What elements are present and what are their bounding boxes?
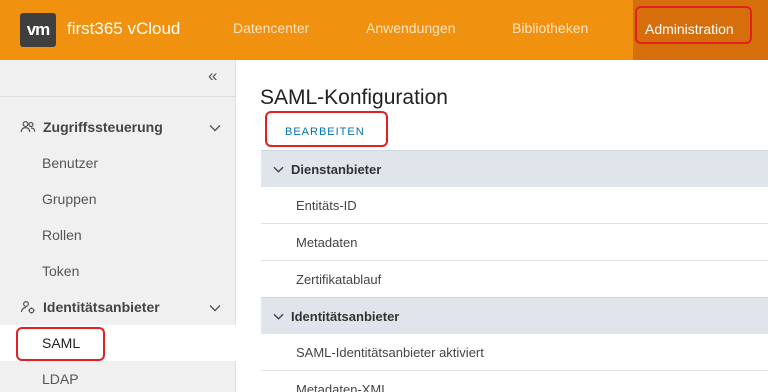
app-title[interactable]: first365 vCloud [67, 19, 180, 39]
sidebar-item-token[interactable]: Token [0, 253, 236, 289]
double-chevron-left-icon[interactable]: « [208, 66, 217, 86]
field-row-entitaets-id: Entitäts-ID [261, 187, 768, 224]
sidebar-item-saml[interactable]: SAML [0, 325, 236, 361]
sidebar-item-label: Rollen [42, 227, 82, 243]
chevron-down-icon [273, 313, 284, 320]
page-title: SAML-Konfiguration [260, 86, 448, 109]
sidebar-item-label: Token [42, 263, 80, 279]
field-row-zertifikatablauf: Zertifikatablauf [261, 261, 768, 298]
sidebar-item-label: SAML [42, 335, 81, 351]
chevron-down-icon [209, 305, 221, 312]
section-label: Identitätsanbieter [291, 309, 400, 324]
nav-tab-bibliotheken[interactable]: Bibliotheken [512, 20, 588, 36]
users-icon [20, 120, 36, 133]
sidebar: « Zugriffssteuerung Benutzer Gruppen Rol… [0, 60, 236, 392]
field-label: Zertifikatablauf [296, 272, 382, 287]
sidebar-item-label: Gruppen [42, 191, 97, 207]
sidebar-group-zugriffssteuerung[interactable]: Zugriffssteuerung [0, 110, 236, 146]
vmware-logo[interactable]: vm [20, 13, 56, 47]
top-header: vm first365 vCloud Datencenter Anwendung… [0, 0, 768, 60]
section-header-identitaetsanbieter[interactable]: Identitätsanbieter [261, 297, 768, 334]
nav-tab-datencenter[interactable]: Datencenter [233, 20, 309, 36]
field-label: Metadaten-XML [296, 382, 389, 392]
sidebar-item-label: LDAP [42, 371, 79, 387]
section-label: Dienstanbieter [291, 162, 382, 177]
nav-tab-administration-label: Administration [645, 21, 734, 37]
field-row-metadaten: Metadaten [261, 224, 768, 261]
sidebar-divider [0, 96, 236, 97]
sidebar-item-benutzer[interactable]: Benutzer [0, 145, 236, 181]
chevron-down-icon [209, 125, 221, 132]
section-header-dienstanbieter[interactable]: Dienstanbieter [261, 150, 768, 187]
sidebar-group-identitaetsanbieter[interactable]: Identitätsanbieter [0, 290, 236, 326]
field-label: Metadaten [296, 235, 358, 250]
sidebar-group-label: Zugriffssteuerung [43, 119, 163, 135]
nav-tab-administration[interactable]: Administration [633, 0, 768, 60]
sidebar-group-label: Identitätsanbieter [43, 299, 160, 315]
field-row-saml-idp-aktiviert: SAML-Identitätsanbieter aktiviert [261, 334, 768, 371]
identity-provider-icon [20, 300, 35, 314]
sidebar-item-rollen[interactable]: Rollen [0, 217, 236, 253]
nav-tab-anwendungen[interactable]: Anwendungen [366, 20, 456, 36]
field-row-metadaten-xml: Metadaten-XML [261, 371, 768, 392]
edit-button[interactable]: BEARBEITEN [285, 126, 365, 138]
sidebar-item-gruppen[interactable]: Gruppen [0, 181, 236, 217]
sidebar-item-label: Benutzer [42, 155, 99, 171]
field-label: SAML-Identitätsanbieter aktiviert [296, 345, 484, 360]
sidebar-item-ldap[interactable]: LDAP [0, 361, 236, 392]
field-label: Entitäts-ID [296, 198, 357, 213]
chevron-down-icon [273, 166, 284, 173]
